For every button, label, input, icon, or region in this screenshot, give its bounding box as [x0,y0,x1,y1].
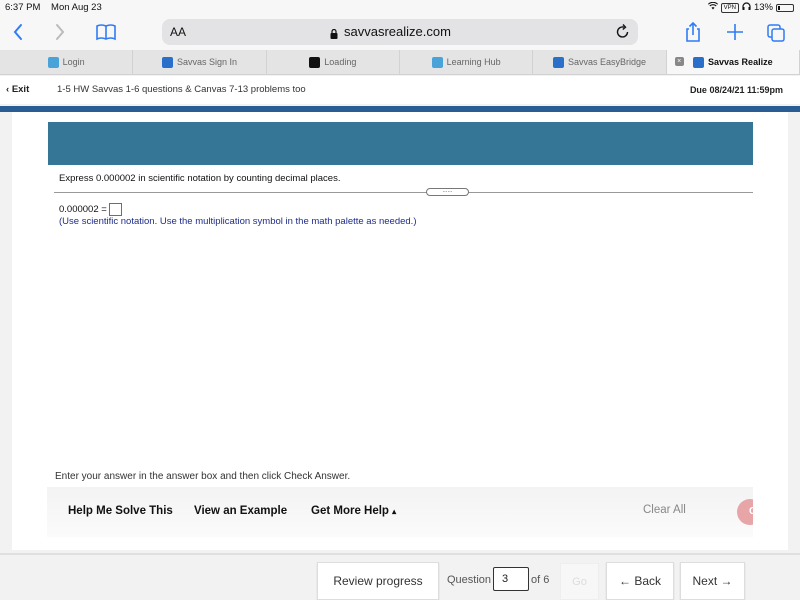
tab-label: Login [62,57,85,67]
status-bar: 6:37 PM Mon Aug 23 VPN 13% [0,0,800,16]
b-icon [309,56,321,68]
go-button[interactable]: Go [560,563,599,600]
tab-label: Learning Hub [446,57,501,67]
get-more-help-label: Get More Help [311,505,389,517]
due-date: Due 08/24/21 11:59pm [689,85,783,95]
question-number-input[interactable]: 3 [493,567,529,591]
answer-hint: (Use scientific notation. Use the multip… [59,216,417,227]
close-tab-icon[interactable]: × [674,57,684,66]
status-time: 6:37 PM [5,2,41,13]
savvas-icon [161,56,173,68]
tab-learning-hub[interactable]: Learning Hub [400,50,534,74]
next-button[interactable]: Next → [680,562,745,600]
help-me-solve-button[interactable]: Help Me Solve This [68,505,173,517]
savvas-icon [552,56,564,68]
battery-level [778,5,780,10]
battery-percent: 13% [753,2,773,13]
instructions: Enter your answer in the answer box and … [55,471,351,482]
tab-label: Savvas Realize [708,57,773,67]
check-answer-label: C [737,499,753,525]
caret-up-icon: ▴ [392,507,397,516]
view-example-button[interactable]: View an Example [194,505,287,517]
url-text[interactable]: savvasrealize.com [344,24,451,39]
pane-divider [54,192,753,193]
share-icon[interactable] [684,20,702,49]
tab-bar: Login Savvas Sign In Loading Learning Hu… [0,50,800,75]
help-bar: Help Me Solve This View an Example Get M… [47,487,753,537]
assignment-header: ‹ Exit 1-5 HW Savvas 1-6 questions & Can… [0,76,800,104]
footer-nav: Review progress Question 3 of 6 Go ← Bac… [0,553,800,600]
tab-label: Savvas EasyBridge [567,57,646,67]
cloud-icon [47,56,59,68]
assignment-title: 1-5 HW Savvas 1-6 questions & Canvas 7-1… [57,84,306,95]
equation: 0.000002 = [59,203,122,216]
new-tab-icon[interactable] [726,20,744,49]
answer-input[interactable] [108,203,122,216]
battery-icon [776,3,794,12]
tab-savvas-sign-in[interactable]: Savvas Sign In [133,50,267,74]
address-bar[interactable]: AA savvasrealize.com [162,19,638,45]
clear-all-button[interactable]: Clear All [643,504,686,516]
tab-label: Savvas Sign In [176,57,238,67]
resize-grip[interactable]: ...... [426,188,469,196]
text-size-button[interactable]: AA [170,25,186,39]
status-date: Mon Aug 23 [51,2,102,13]
cloud-icon [431,56,443,68]
get-more-help-button[interactable]: Get More Help ▴ [311,505,396,517]
tab-savvas-realize[interactable]: × Savvas Realize [666,50,800,74]
question-total: of 6 [531,574,550,586]
question-label: Question [447,574,492,586]
exit-label: Exit [11,84,30,95]
equation-lhs: 0.000002 = [59,204,107,215]
tab-label: Loading [324,57,357,67]
bookmarks-icon[interactable] [96,20,116,49]
back-button[interactable]: ← Back [606,562,674,600]
question-prompt: Express 0.000002 in scientific notation … [59,173,341,184]
tab-login[interactable]: Login [0,50,134,74]
check-answer-button[interactable]: C [737,499,753,525]
tab-loading[interactable]: Loading [267,50,400,74]
back-icon[interactable] [12,20,24,49]
reload-icon[interactable] [616,22,630,44]
exit-button[interactable]: ‹ Exit [6,84,29,95]
forward-icon[interactable] [54,20,66,49]
wifi-icon [707,1,718,13]
vpn-badge: VPN [720,2,739,13]
review-progress-button[interactable]: Review progress [317,562,439,600]
savvas-icon [693,56,705,68]
question-banner [48,122,753,165]
tabs-icon[interactable] [766,20,786,49]
tab-savvas-easybridge[interactable]: Savvas EasyBridge [533,50,667,74]
headphones-icon [742,2,751,13]
lock-icon [330,26,338,39]
browser-toolbar: AA savvasrealize.com [0,16,800,50]
